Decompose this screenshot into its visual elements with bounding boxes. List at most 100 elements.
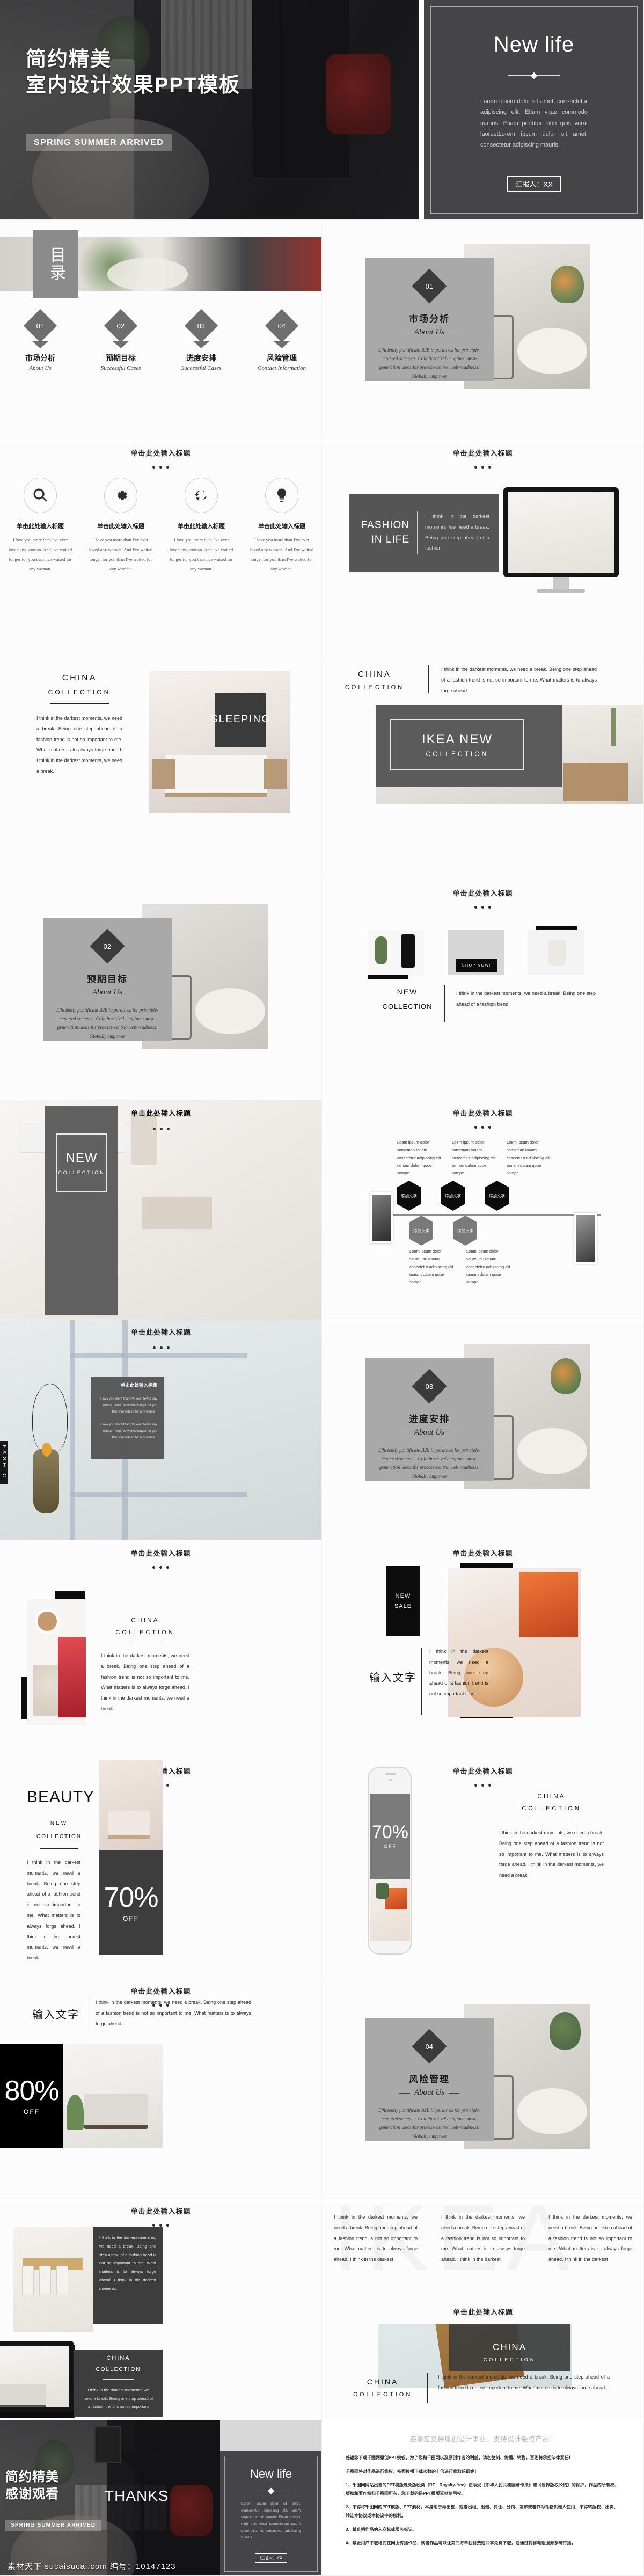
slide-ikea-new: CHINA COLLECTION I think in the darkest … <box>322 660 644 880</box>
ikea-subtitle: COLLECTION <box>426 750 489 758</box>
new-sale-body: I think in the darkest moments, we need … <box>429 1649 488 1697</box>
toc-label-en: Contact Information <box>257 365 306 371</box>
china-collection-block: CHINA COLLECTION <box>342 670 407 691</box>
section-title-cn: 预期目标 <box>87 974 128 984</box>
new-heading: NEW <box>397 987 418 996</box>
hex-marker[interactable]: 添加文字 <box>409 1216 433 1246</box>
timeline-caption: Loem ipsum dolor sameman tanam casectetu… <box>507 1140 551 1175</box>
slide-title: 单击此处输入标题 <box>452 1549 513 1557</box>
collection-heading: COLLECTION <box>48 689 111 696</box>
col-body: I think in the darkest moments, we need … <box>441 2214 525 2263</box>
slide-title: 单击此处输入标题 <box>130 1549 191 1557</box>
screen-photo <box>370 1879 410 1941</box>
monitor-screen <box>0 2346 69 2407</box>
decor-books <box>142 1197 212 1229</box>
decor-window-frame <box>70 1353 247 1358</box>
decor-vase <box>33 1449 59 1513</box>
hex-marker-label: 添加文字 <box>489 1193 505 1198</box>
diamond-icon: 03 <box>184 309 218 343</box>
section-title-en: About Us <box>399 328 460 336</box>
decor-sofa <box>0 2384 46 2407</box>
icon-card[interactable]: 单击此处输入标题 I love you more than I've ever … <box>0 478 80 574</box>
legal-heading: 感谢您支持原创设计事业，支持设计版权产品！ <box>409 2435 557 2443</box>
section-body: Efficiently pontificate B2B imperatives … <box>378 347 481 379</box>
decor-wire-arc <box>32 1384 68 1453</box>
icon-columns-top: I think in the darkest moments, we need … <box>322 2212 643 2265</box>
monitor-base <box>537 589 585 593</box>
newlife-title: New life <box>250 2467 292 2480</box>
decor-phone <box>401 934 415 968</box>
legal-paragraph: 4、禁止用户下载格式在网上传播作品，或者作品可以让第三方单独付费或共享免费下载，… <box>346 2541 576 2546</box>
col-body: I think in the darkest moments, we need … <box>334 2214 418 2263</box>
gear-icon <box>104 478 137 513</box>
fashio-vertical-label: FASHIO <box>0 1441 8 1484</box>
fashion-dark-card: FASHION IN LIFE I think in the darkest m… <box>349 494 499 572</box>
dots-decor <box>0 462 321 471</box>
toc-label-en: About Us <box>29 365 52 371</box>
collection-heading: COLLECTION <box>353 2391 413 2398</box>
icon-card[interactable]: 单击此处输入标题 I love you more than I've ever … <box>80 478 161 574</box>
thanks-title: 简约精美 感谢观看 <box>5 2469 59 2504</box>
frame-photo-right <box>574 1213 597 1264</box>
diamond-icon: 03 <box>412 1368 447 1404</box>
collection-heading: COLLECTION <box>483 2357 536 2362</box>
slide-beauty-70: 单击此处输入标题 BEAUTY NEW COLLECTION I think i… <box>0 1760 322 1980</box>
toc-number: 01 <box>36 321 45 330</box>
site-watermark: 素材天下 sucaisucai.com 编号：10147123 <box>8 2562 176 2571</box>
china-heading: CHINA <box>131 1616 159 1624</box>
new-sale-line2: SALE <box>394 1602 412 1609</box>
new-collection-box: NEW COLLECTION <box>56 1133 107 1192</box>
section-body: Efficiently pontificate B2B imperatives … <box>378 2107 481 2139</box>
slide-table-of-contents: 目录 01 市场分析 About Us 02 预期目标 Successful C… <box>0 220 322 440</box>
slide-thanks: 简约精美 感谢观看 THANKS SPRING SUMMER ARRIVED 素… <box>0 2420 322 2576</box>
input-text-label: 输入文字 <box>369 1672 416 1684</box>
icon-card[interactable]: 单击此处输入标题 I love you more than I've ever … <box>241 478 321 574</box>
icon-card[interactable]: 单击此处输入标题 I love you more than I've ever … <box>161 478 241 574</box>
fashion-line2: IN LIFE <box>371 533 409 545</box>
slide-new-collection-desk: 单击此处输入标题 NEW COLLECTION <box>0 1100 322 1320</box>
toc-item-01[interactable]: 01 市场分析 About Us <box>0 309 80 371</box>
divider-line <box>444 985 445 1022</box>
decor-tulips <box>551 1358 581 1394</box>
monitor-frame <box>0 2341 74 2412</box>
phone-speaker <box>385 1773 396 1775</box>
discount-off-label: OFF <box>123 1914 139 1922</box>
diamond-icon: 04 <box>412 2029 447 2064</box>
icon-card-body: I love you more than I've ever loved any… <box>8 537 72 572</box>
slide-title: 单击此处输入标题 <box>130 2207 191 2215</box>
ikea-intro-body: I think in the darkest moments, we need … <box>441 667 597 693</box>
slide-sleeping: SLEEPING CHINA COLLECTION I think in the… <box>0 660 322 880</box>
hex-marker[interactable]: 添加文字 <box>441 1181 465 1211</box>
china-heading: CHINA <box>358 670 391 679</box>
section-number: 01 <box>425 282 434 290</box>
coffee-photo <box>27 1599 86 1725</box>
toc-label-cn: 预期目标 <box>106 354 136 362</box>
section-card: 04 风险管理 About Us Efficiently pontificate… <box>365 2018 494 2141</box>
lightbulb-icon <box>265 478 298 513</box>
fashion-line1: FASHION <box>361 519 409 531</box>
shop-now-badge[interactable]: SHOP NOW! <box>456 959 497 972</box>
decor-table <box>517 2088 587 2134</box>
diamond-icon: 01 <box>23 309 57 343</box>
divider-rule <box>103 2379 134 2380</box>
toc-item-03[interactable]: 03 进度安排 Successful Cases <box>161 309 241 371</box>
slide-china-scissors: CHINA COLLECTION CHINA COLLECTION I thin… <box>322 2324 644 2420</box>
china-heading: CHINA <box>493 2342 526 2352</box>
fashion-headline: FASHION IN LIFE <box>358 518 409 547</box>
toc-label-cn: 风险管理 <box>267 354 297 362</box>
toc-item-02[interactable]: 02 预期目标 Successful Cases <box>80 309 161 371</box>
toc-label-en: Successful Cases <box>181 365 222 371</box>
hex-marker[interactable]: 添加文字 <box>397 1181 421 1211</box>
new-collection-block: NEW COLLECTION <box>378 987 437 1011</box>
hex-marker[interactable]: 添加文字 <box>485 1181 509 1211</box>
slide-title: 单击此处输入标题 <box>130 1987 191 1995</box>
section-title-en: About Us <box>399 1428 460 1437</box>
divider-rule <box>40 1848 78 1849</box>
icon-card-heading: 单击此处输入标题 <box>97 523 144 530</box>
legal-paragraph: 1、千图网网站出售的PPT模版是免版税类（RF：Royalty-free）正版受… <box>346 2483 619 2496</box>
hex-marker[interactable]: 添加文字 <box>453 1216 477 1246</box>
slide-shop-now: 单击此处输入标题 SHOP NOW! NEW COLLECTION I thin… <box>322 880 644 1100</box>
photo-content <box>372 1195 391 1241</box>
discount-panel: 70% OFF <box>99 1850 163 1955</box>
toc-item-04[interactable]: 04 风险管理 Contact Information <box>241 309 321 371</box>
